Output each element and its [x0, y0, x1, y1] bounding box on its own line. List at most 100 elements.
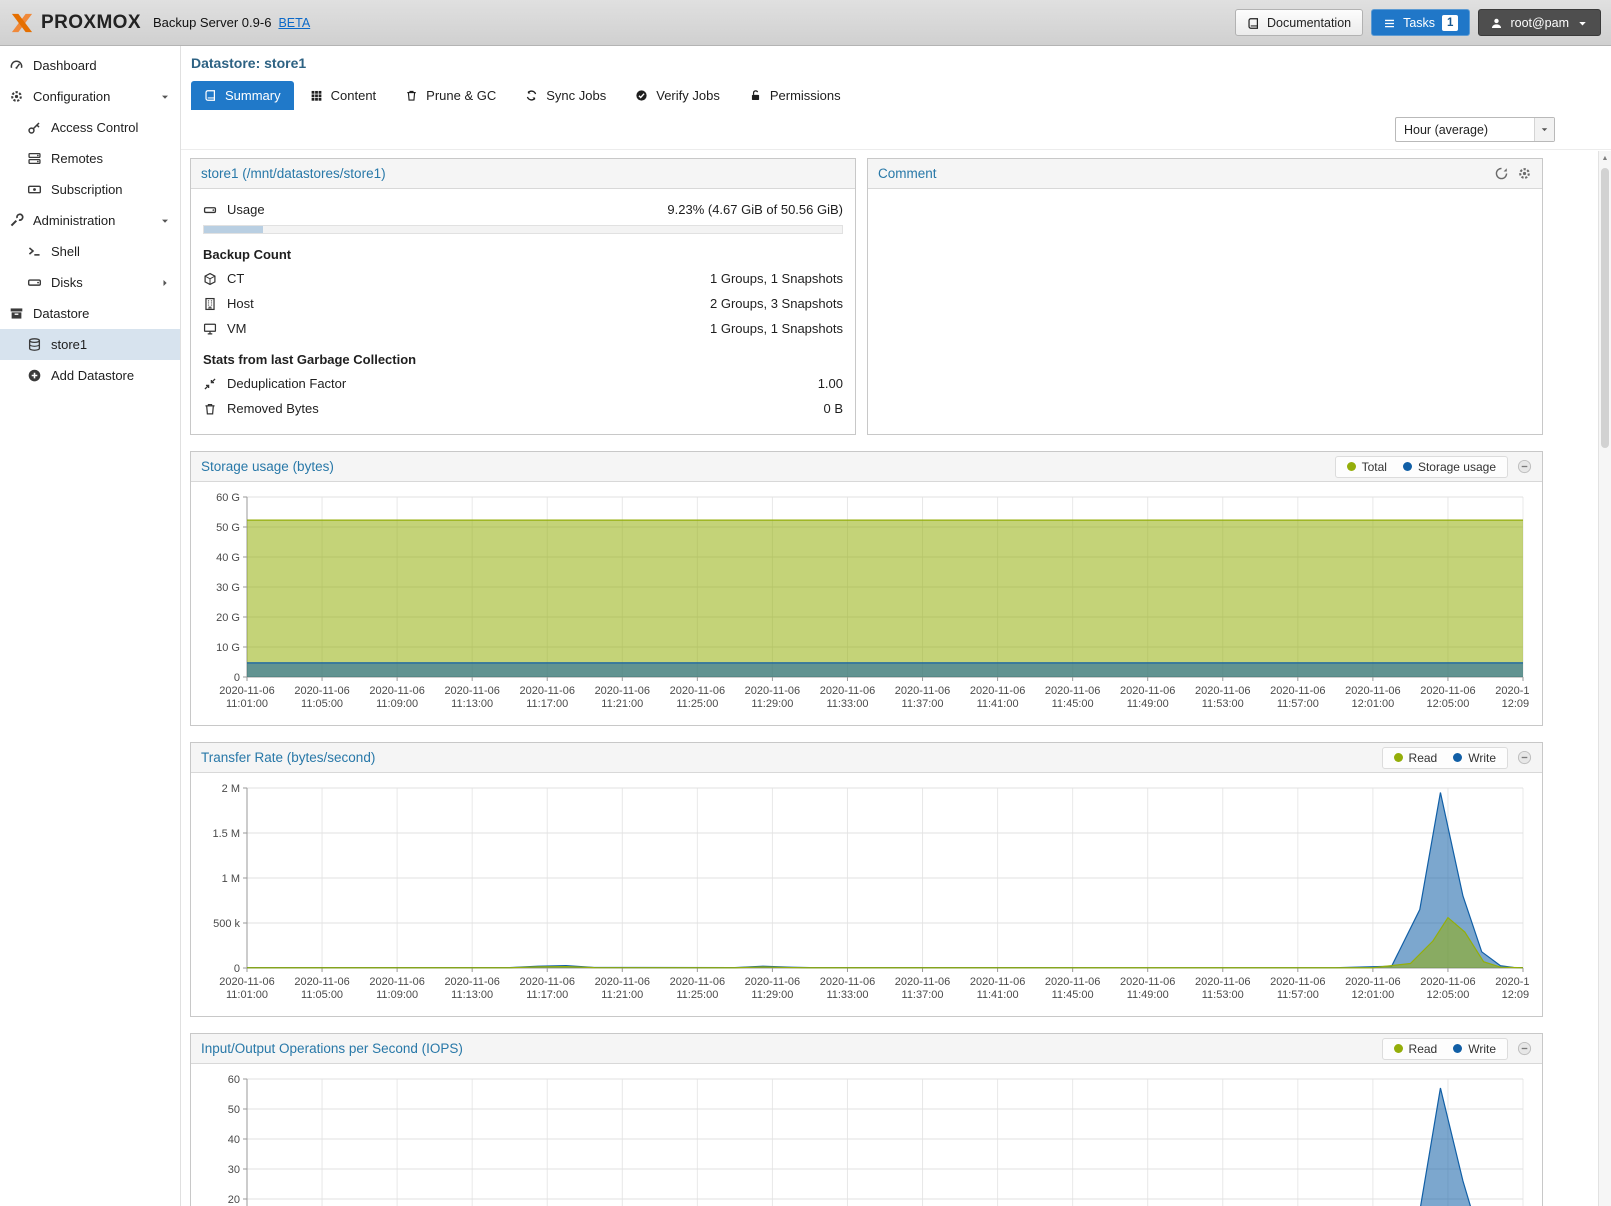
user-menu-button[interactable]: root@pam	[1478, 9, 1601, 36]
legend-item-write[interactable]: Write	[1453, 1042, 1496, 1056]
sidebar-item-label: Remotes	[51, 151, 103, 166]
collapse-panel-icon[interactable]	[1517, 459, 1532, 474]
svg-text:20 G: 20 G	[216, 612, 240, 624]
svg-text:2020-11-06: 2020-11-06	[670, 976, 725, 988]
svg-text:11:33:00: 11:33:00	[826, 989, 868, 1001]
row-label: VM	[227, 321, 247, 336]
svg-text:2020-11-06: 2020-11-06	[1495, 685, 1529, 697]
key-icon	[27, 120, 42, 135]
svg-text:11:53:00: 11:53:00	[1202, 698, 1244, 710]
sidebar-item-access-control[interactable]: Access Control	[0, 112, 180, 143]
refresh-icon[interactable]	[1494, 166, 1509, 181]
sidebar-item-add-datastore[interactable]: Add Datastore	[0, 360, 180, 391]
vertical-scrollbar[interactable]: ▲	[1598, 151, 1611, 1206]
sidebar-item-disks[interactable]: Disks	[0, 267, 180, 298]
comment-body[interactable]	[868, 189, 1542, 205]
dedup-factor-row: Deduplication Factor 1.00	[203, 371, 843, 396]
legend-dot	[1403, 462, 1412, 471]
sidebar-item-administration[interactable]: Administration	[0, 205, 180, 236]
panel-title: Transfer Rate (bytes/second)	[201, 750, 375, 765]
gauge-icon	[9, 58, 24, 73]
usage-row: Usage 9.23% (4.67 GiB of 50.56 GiB)	[203, 197, 843, 222]
panel-title: Storage usage (bytes)	[201, 459, 334, 474]
sidebar-item-store1[interactable]: store1	[0, 329, 180, 360]
svg-text:12:09:00: 12:09:00	[1502, 698, 1529, 710]
terminal-icon	[27, 244, 42, 259]
legend-item-read[interactable]: Read	[1394, 751, 1438, 765]
sidebar-item-label: Access Control	[51, 120, 138, 135]
sidebar-item-label: Add Datastore	[51, 368, 134, 383]
svg-text:2020-11-06: 2020-11-06	[1270, 685, 1325, 697]
svg-text:11:09:00: 11:09:00	[376, 989, 418, 1001]
legend-dot	[1347, 462, 1356, 471]
svg-text:2020-11-06: 2020-11-06	[745, 685, 800, 697]
row-label: Host	[227, 296, 254, 311]
storage-usage-panel: Storage usage (bytes) Total Storage usag…	[190, 451, 1543, 726]
scroll-up-arrow[interactable]: ▲	[1599, 151, 1611, 166]
sidebar-item-datastore[interactable]: Datastore	[0, 298, 180, 329]
sync-icon	[525, 89, 538, 102]
tab-sync-jobs[interactable]: Sync Jobs	[512, 81, 619, 110]
book-icon	[1247, 15, 1260, 29]
wrench-icon	[9, 213, 24, 228]
svg-text:2020-11-06: 2020-11-06	[1495, 976, 1529, 988]
svg-text:11:57:00: 11:57:00	[1277, 698, 1319, 710]
svg-text:11:13:00: 11:13:00	[451, 698, 493, 710]
svg-text:2020-11-06: 2020-11-06	[1120, 685, 1175, 697]
sidebar-item-dashboard[interactable]: Dashboard	[0, 50, 180, 81]
svg-text:11:45:00: 11:45:00	[1052, 989, 1094, 1001]
documentation-button[interactable]: Documentation	[1235, 9, 1363, 36]
svg-text:11:37:00: 11:37:00	[902, 698, 944, 710]
legend-item-write[interactable]: Write	[1453, 751, 1496, 765]
storage-usage-chart: 2020-11-0611:01:002020-11-0611:05:002020…	[191, 482, 1542, 725]
row-label: Deduplication Factor	[227, 376, 346, 391]
svg-text:11:25:00: 11:25:00	[676, 698, 718, 710]
sidebar-item-configuration[interactable]: Configuration	[0, 81, 180, 112]
usage-progress-bar	[203, 225, 843, 234]
tab-summary[interactable]: Summary	[191, 81, 294, 110]
tab-content[interactable]: Content	[297, 81, 390, 110]
database-icon	[27, 337, 42, 352]
svg-text:11:49:00: 11:49:00	[1127, 989, 1169, 1001]
compress-icon	[203, 377, 218, 391]
sidebar-item-remotes[interactable]: Remotes	[0, 143, 180, 174]
timeframe-select[interactable]: Hour (average)	[1395, 117, 1555, 142]
scrollbar-thumb[interactable]	[1601, 168, 1609, 448]
beta-link[interactable]: BETA	[278, 16, 310, 30]
tasks-button[interactable]: Tasks 1	[1371, 9, 1470, 36]
svg-text:11:21:00: 11:21:00	[601, 989, 643, 1001]
legend-item-total[interactable]: Total	[1347, 460, 1387, 474]
chevron-right-icon[interactable]	[159, 277, 171, 289]
user-label: root@pam	[1510, 16, 1569, 30]
svg-text:30: 30	[228, 1164, 240, 1176]
documentation-label: Documentation	[1267, 16, 1351, 30]
collapse-panel-icon[interactable]	[1517, 750, 1532, 765]
svg-text:2020-11-06: 2020-11-06	[1420, 976, 1475, 988]
collapse-panel-icon[interactable]	[1517, 1041, 1532, 1056]
legend-label: Read	[1409, 1042, 1438, 1056]
panel-header: Storage usage (bytes) Total Storage usag…	[191, 452, 1542, 482]
tab-prune-gc[interactable]: Prune & GC	[392, 81, 509, 110]
cube-icon	[203, 272, 218, 286]
svg-text:11:17:00: 11:17:00	[526, 698, 568, 710]
legend-item-storage-usage[interactable]: Storage usage	[1403, 460, 1496, 474]
chevron-down-icon[interactable]	[159, 215, 171, 227]
sidebar-item-subscription[interactable]: Subscription	[0, 174, 180, 205]
usage-label: Usage	[227, 202, 265, 217]
chevron-down-icon[interactable]	[159, 91, 171, 103]
svg-text:2020-11-06: 2020-11-06	[970, 976, 1025, 988]
plus-circle-icon	[27, 368, 42, 383]
svg-text:12:01:00: 12:01:00	[1351, 989, 1394, 1001]
svg-text:2020-11-06: 2020-11-06	[1120, 976, 1175, 988]
chevron-down-icon[interactable]	[1534, 118, 1554, 141]
panel-header: Transfer Rate (bytes/second) Read Write	[191, 743, 1542, 773]
gear-icon[interactable]	[1517, 166, 1532, 181]
tab-label: Prune & GC	[426, 88, 496, 103]
svg-text:11:49:00: 11:49:00	[1127, 698, 1169, 710]
legend-item-read[interactable]: Read	[1394, 1042, 1438, 1056]
svg-text:11:01:00: 11:01:00	[226, 989, 268, 1001]
sidebar-item-shell[interactable]: Shell	[0, 236, 180, 267]
building-icon	[203, 297, 218, 311]
tab-verify-jobs[interactable]: Verify Jobs	[622, 81, 733, 110]
tab-permissions[interactable]: Permissions	[736, 81, 854, 110]
